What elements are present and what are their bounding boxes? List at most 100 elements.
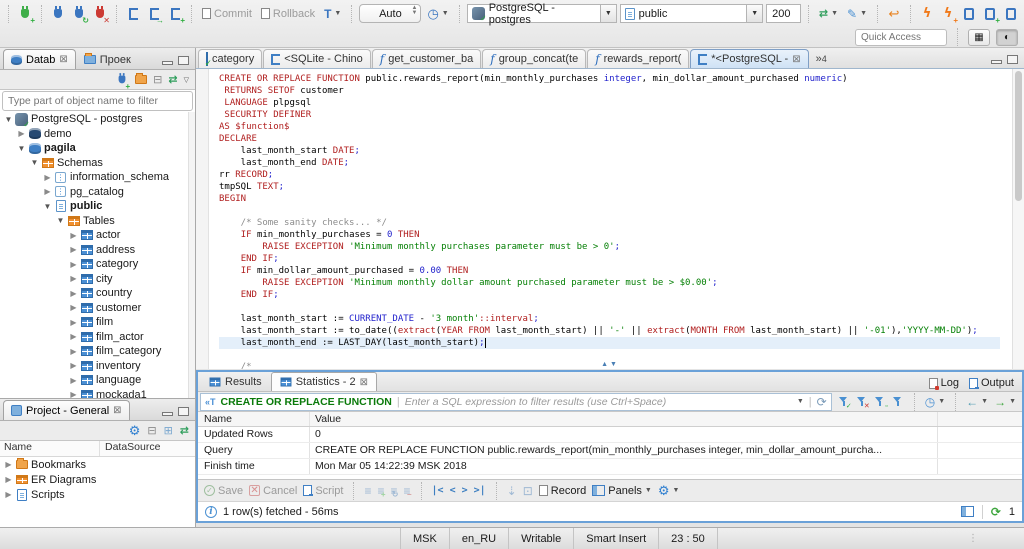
tree-item-schemas[interactable]: ▼ Schemas — [0, 156, 195, 171]
last-row-button[interactable]: >| — [474, 485, 486, 496]
tree-item-customer[interactable]: ▶ customer — [0, 301, 195, 316]
tree-expander[interactable]: ▶ — [68, 376, 79, 385]
auto-refresh-button[interactable]: ◷ ▼ — [925, 395, 945, 409]
tree-expander[interactable]: ▶ — [68, 289, 79, 298]
fetch-size-field[interactable]: 200 — [766, 4, 801, 23]
record-button[interactable]: Record — [538, 485, 586, 497]
tree-expander[interactable]: ▶ — [68, 260, 79, 269]
column-name[interactable]: Name — [0, 441, 100, 456]
results-settings-button[interactable]: ⚙ ▼ — [658, 483, 680, 499]
fetch-page-button[interactable]: ⇣ — [507, 485, 517, 497]
combo-dropdown-button[interactable]: ▼ — [600, 5, 616, 22]
script-button[interactable]: Script — [303, 485, 343, 497]
link-with-editor-button[interactable]: ⇄ — [168, 73, 177, 86]
dbeaver-perspective-button[interactable]: ◐ — [996, 28, 1018, 46]
table-row[interactable]: Finish time Mon Mar 05 14:22:39 MSK 2018 — [198, 459, 1022, 475]
tree-item-language[interactable]: ▶ language — [0, 373, 195, 388]
view-menu-button[interactable]: ▽ — [184, 76, 189, 84]
editor-tab-group-concat-te[interactable]: f group_concat(te — [482, 49, 587, 68]
tree-expander[interactable]: ▶ — [68, 303, 79, 312]
link-with-editor-button[interactable]: ⇄ — [180, 424, 189, 437]
transaction-next-button[interactable]: → — [145, 5, 164, 24]
log-button[interactable]: Log — [928, 377, 959, 390]
cancel-button[interactable]: ✕ Cancel — [249, 485, 297, 497]
tree-expander[interactable]: ▶ — [3, 460, 14, 469]
transaction-mode-button[interactable] — [124, 5, 142, 23]
editor-tab-get-customer-ba[interactable]: f get_customer_ba — [371, 49, 482, 68]
fetch-all-button[interactable]: ⊡ — [523, 485, 533, 497]
first-row-button[interactable]: |< — [432, 485, 444, 496]
execute-script-button[interactable] — [960, 5, 978, 23]
project-item-er-diagrams[interactable]: ▶ ER Diagrams — [0, 472, 195, 487]
tree-expander[interactable]: ▶ — [68, 318, 79, 327]
gear-icon[interactable]: ⚙ — [129, 423, 141, 439]
tree-expander[interactable]: ▶ — [3, 490, 14, 499]
tree-item-pg-catalog[interactable]: ▶ ⋮ pg_catalog — [0, 185, 195, 200]
collapse-all-button[interactable]: ⊟ — [147, 424, 156, 437]
editor-tab-rewards-report-[interactable]: f rewards_report( — [587, 49, 690, 68]
project-item-bookmarks[interactable]: ▶ Bookmarks — [0, 457, 195, 472]
tree-expander[interactable]: ▶ — [42, 187, 53, 196]
delete-row-button[interactable]: ≡ − — [404, 485, 412, 499]
combo-dropdown-button[interactable]: ▼ — [746, 5, 763, 22]
minimize-icon[interactable] — [162, 61, 173, 65]
tab-overflow-indicator[interactable]: »4 — [816, 53, 827, 65]
tree-item-information-schema[interactable]: ▶ ⋮ information_schema — [0, 170, 195, 185]
new-sql-editor-button[interactable]: + — [981, 5, 1000, 24]
collapse-all-button[interactable]: ⊟ — [153, 73, 162, 86]
apply-filter-icon[interactable]: ⟳ — [817, 395, 827, 409]
filter-save-button[interactable]: ✓ — [838, 396, 852, 410]
tree-item-mockada1[interactable]: ▶ mockada1 — [0, 388, 195, 398]
tab-results[interactable]: Results — [200, 372, 271, 391]
column-datasource[interactable]: DataSource — [100, 441, 160, 456]
tree-expander[interactable]: ▶ — [3, 475, 14, 484]
connection-combo[interactable]: PostgreSQL - postgres ▼ — [466, 2, 617, 26]
filter-remove-button[interactable]: ✕ — [856, 396, 870, 410]
tree-item-tables[interactable]: ▼ Tables — [0, 214, 195, 229]
splitter-collapse-arrows[interactable]: ▲▼ — [601, 361, 619, 368]
duplicate-row-button[interactable]: ≡ ↻ — [390, 485, 398, 499]
tree-item-inventory[interactable]: ▶ inventory — [0, 359, 195, 374]
commit-button[interactable]: Commit — [199, 8, 255, 20]
new-connection-button[interactable]: + — [16, 5, 35, 24]
transaction-new-button[interactable]: + — [166, 5, 185, 24]
connect-button[interactable] — [49, 5, 67, 23]
tree-expander[interactable]: ▼ — [55, 216, 66, 225]
next-result-button[interactable]: → ▼ — [994, 395, 1016, 409]
panels-button[interactable]: Panels ▼ — [592, 485, 652, 497]
tab-project-general[interactable]: Project - General ⊠ — [3, 400, 130, 420]
maximize-icon[interactable] — [178, 407, 189, 416]
table-row[interactable]: Query CREATE OR REPLACE FUNCTION public.r… — [198, 443, 1022, 459]
editor-scrollbar[interactable] — [1012, 69, 1024, 369]
tree-item-category[interactable]: ▶ category — [0, 257, 195, 272]
open-sql-editor-button[interactable] — [1002, 5, 1020, 23]
tree-item-city[interactable]: ▶ city — [0, 272, 195, 287]
previous-row-button[interactable]: < — [450, 485, 456, 496]
editor-tab-category[interactable]: ✓ category — [198, 49, 263, 68]
column-header-value[interactable]: Value — [310, 412, 938, 426]
tree-expander[interactable]: ▶ — [68, 231, 79, 240]
undo-navigate-button[interactable]: ↩ — [885, 5, 903, 23]
tree-expander[interactable]: ▶ — [68, 347, 79, 356]
sync-button[interactable]: ⇄ ▼ — [816, 7, 841, 20]
editor-tab--postgresql-[interactable]: *<PostgreSQL - ⊠ — [690, 49, 809, 68]
tree-item-demo[interactable]: ▶ demo — [0, 127, 195, 142]
column-header-name[interactable]: Name — [198, 412, 310, 426]
tree-expander[interactable]: ▶ — [68, 361, 79, 370]
tree-expander[interactable]: ▶ — [42, 173, 53, 182]
database-tree[interactable]: ▼ PostgreSQL - postgres ▶ demo ▼ pagila ▼ Schem… — [0, 112, 195, 398]
tree-item-actor[interactable]: ▶ actor — [0, 228, 195, 243]
close-icon[interactable]: ⊠ — [59, 54, 67, 65]
commit-mode-combo[interactable]: Auto ▲ ▼ — [359, 4, 422, 23]
tree-scrollbar[interactable] — [188, 112, 195, 398]
close-icon[interactable]: ⊠ — [792, 54, 800, 65]
edit-row-button[interactable]: ≡ — [364, 485, 371, 497]
disconnect-button[interactable]: ✕ — [91, 5, 110, 24]
minimize-icon[interactable] — [991, 60, 1002, 64]
tree-item-address[interactable]: ▶ address — [0, 243, 195, 258]
tab-projects[interactable]: Проек — [76, 49, 139, 69]
close-icon[interactable]: ⊠ — [360, 377, 368, 388]
filter-custom-button[interactable] — [892, 396, 904, 408]
tree-item-pagila[interactable]: ▼ pagila — [0, 141, 195, 156]
output-button[interactable]: Output — [968, 377, 1014, 389]
